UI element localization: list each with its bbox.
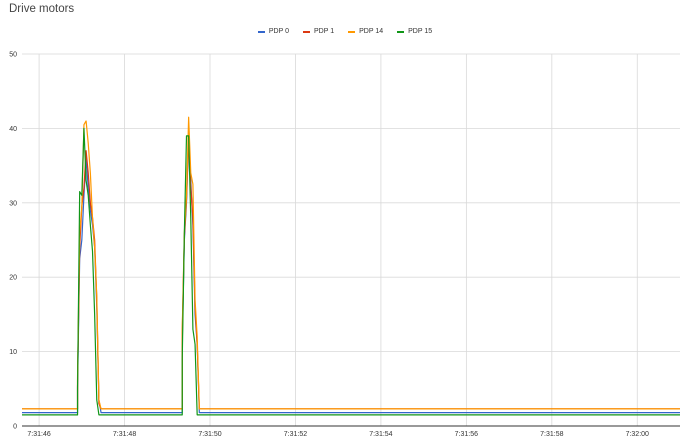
x-tick-label: 7:31:54 [369, 431, 392, 438]
x-tick-label: 7:31:50 [198, 431, 221, 438]
y-tick-label: 30 [9, 200, 17, 207]
x-tick-label: 7:31:56 [455, 431, 478, 438]
y-tick-label: 20 [9, 275, 17, 282]
series-line-pdp-1 [22, 135, 680, 410]
x-tick-label: 7:31:46 [27, 431, 50, 438]
x-tick-label: 7:31:52 [284, 431, 307, 438]
y-tick-label: 0 [13, 424, 17, 431]
axes: 0 10 20 30 40 50 7:31:46 7:31:48 7:31:50 7:31:52 7… [9, 52, 680, 438]
series-line-pdp-0 [22, 138, 680, 414]
x-tick-label: 7:31:48 [113, 431, 136, 438]
line-chart: 0 10 20 30 40 50 7:31:46 7:31:48 7:31:50 7:31:52 7… [9, 52, 680, 438]
series-lines [22, 116, 680, 416]
y-tick-label: 50 [9, 52, 17, 59]
y-tick-label: 10 [9, 349, 17, 356]
y-tick-label: 40 [9, 126, 17, 133]
series-line-pdp-15 [22, 127, 680, 416]
x-tick-label: 7:31:58 [540, 431, 563, 438]
x-tick-label: 7:32:00 [626, 431, 649, 438]
gridlines [22, 53, 680, 427]
series-line-pdp-14 [22, 116, 680, 410]
